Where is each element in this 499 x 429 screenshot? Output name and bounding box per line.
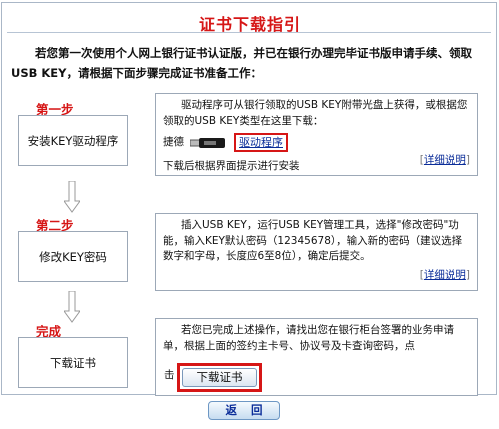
step1-box: 安装KEY驱动程序	[18, 115, 128, 166]
back-button[interactable]: 返回	[208, 401, 280, 420]
driver-download-link[interactable]: 驱动程序	[234, 133, 288, 152]
title-divider	[7, 32, 491, 33]
intro-text: 若您第一次使用个人网上银行证书认证版，并已在银行办理完毕证书版申请手续、领取US…	[11, 46, 472, 80]
step3-box-text: 下载证书	[50, 355, 96, 370]
step2-box-text: 修改KEY密码	[39, 249, 107, 264]
step1-description: 驱动程序可从银行领取的USB KEY附带光盘上获得，或根据您领取的USB KEY…	[163, 99, 468, 127]
vendor-label: 捷德	[163, 135, 184, 148]
step2-content: 插入USB KEY，运行USB KEY管理工具，选择"修改密码"功能，输入KEY…	[155, 213, 478, 291]
step1-content: 驱动程序可从银行领取的USB KEY附带光盘上获得，或根据您领取的USB KEY…	[155, 93, 478, 176]
step2-detail-link[interactable]: [详细说明]	[420, 268, 470, 284]
step1-detail-label[interactable]: 详细说明	[424, 154, 466, 166]
download-certificate-button[interactable]: 下载证书	[182, 368, 257, 387]
step2-box: 修改KEY密码	[18, 231, 128, 282]
down-arrow-icon	[64, 291, 80, 323]
download-highlight: 下载证书	[177, 363, 262, 392]
step1-box-text: 安装KEY驱动程序	[27, 133, 119, 148]
step3-content: 若您已完成上述操作，请找出您在银行柜台签署的业务申请单，根据上面的签约主卡号、协…	[155, 318, 478, 396]
step3-description: 若您已完成上述操作，请找出您在银行柜台签署的业务申请单，根据上面的签约主卡号、协…	[163, 324, 454, 352]
guide-panel: 证书下载指引 若您第一次使用个人网上银行证书认证版，并已在银行办理完毕证书版申请…	[1, 2, 497, 396]
down-arrow-icon	[64, 181, 80, 213]
step3-box: 下载证书	[18, 337, 128, 388]
step2-description: 插入USB KEY，运行USB KEY管理工具，选择"修改密码"功能，输入KEY…	[163, 219, 463, 262]
step2-detail-label[interactable]: 详细说明	[424, 269, 466, 281]
step1-detail-link[interactable]: [详细说明]	[420, 153, 470, 169]
usb-key-icon	[189, 137, 228, 149]
driver-download-row: 捷德 驱动程序	[163, 133, 470, 152]
step3-prefix: 击	[164, 368, 175, 381]
